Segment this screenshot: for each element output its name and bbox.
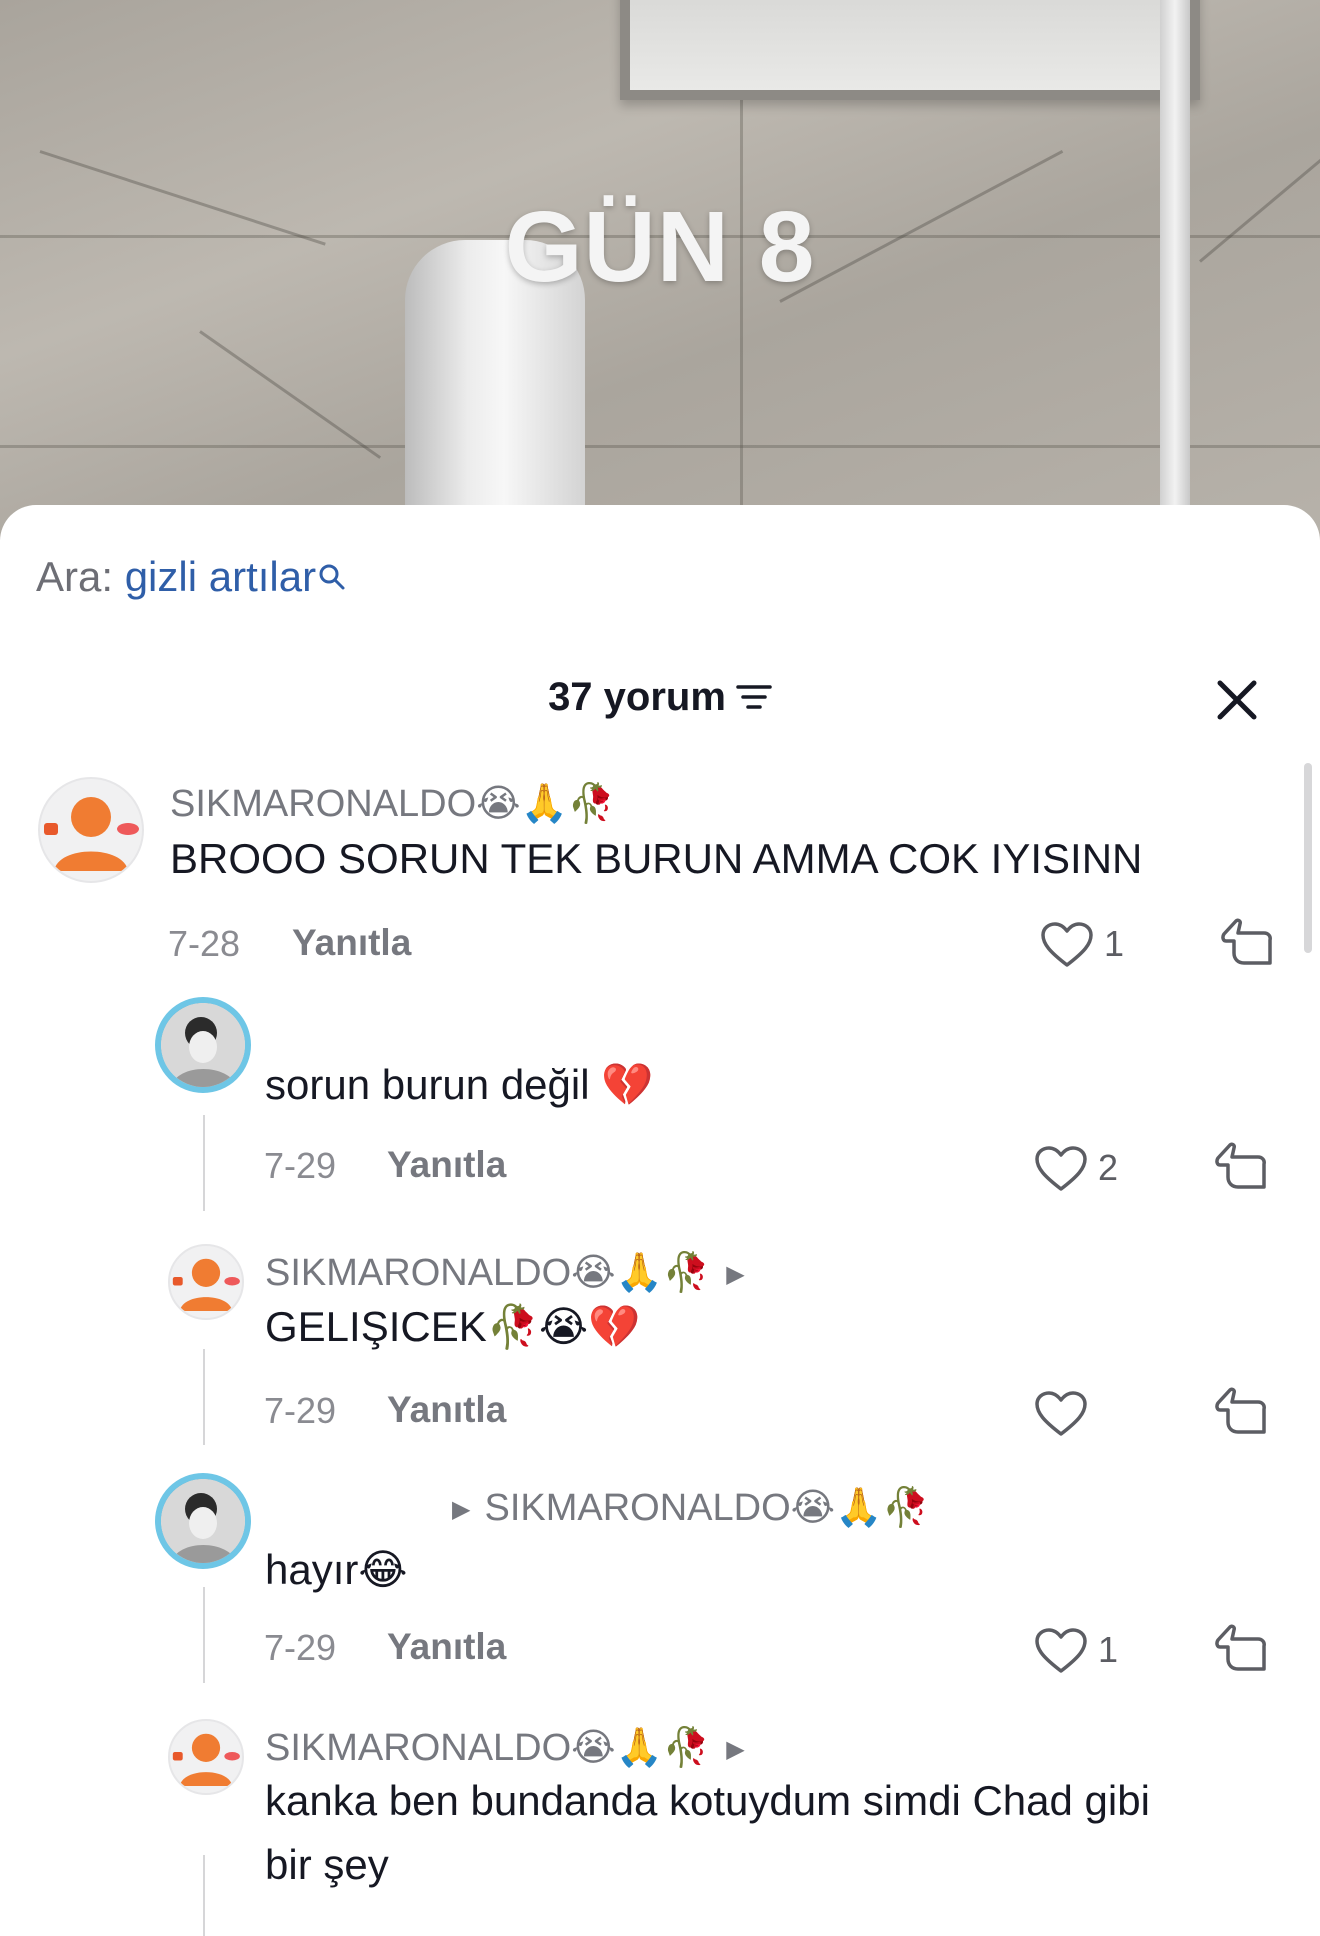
default-user-icon xyxy=(172,1733,240,1786)
close-icon[interactable] xyxy=(1208,671,1266,729)
video-background[interactable]: GÜN 8 xyxy=(0,0,1320,540)
user-photo xyxy=(161,1479,245,1563)
default-user-icon xyxy=(172,1258,240,1311)
comment-count[interactable]: 37 yorum xyxy=(0,675,1320,722)
caret-right-icon: ▶ xyxy=(452,1496,471,1524)
avatar[interactable] xyxy=(168,1719,244,1795)
search-suggestion[interactable]: Ara: gizli artılar xyxy=(36,553,346,601)
caret-right-icon: ▶ xyxy=(726,1736,745,1764)
comment-text: BROOO SORUN TEK BURUN AMMA COK IYISINN xyxy=(170,835,1143,882)
reply-text-line1: kanka ben bundanda kotuydum simdi Chad g… xyxy=(265,1777,1150,1824)
reply-date: 7-29 xyxy=(264,1627,337,1668)
video-overlay-title: GÜN 8 xyxy=(504,191,816,303)
reply-button[interactable]: Yanıtla xyxy=(387,1389,506,1431)
wall-crack xyxy=(199,330,382,459)
reply-username[interactable]: SIKMARONALDO😭🙏🥀 ▶ xyxy=(265,1725,745,1770)
reply-text: hayır😂 xyxy=(265,1546,408,1593)
reply-button[interactable]: Yanıtla xyxy=(292,922,411,964)
like-count: 2 xyxy=(1098,1147,1119,1188)
reply-text: sorun burun değil 💔 xyxy=(265,1061,654,1108)
reply-item: SIKMARONALDO😭🙏🥀 ▶ kanka ben bundanda kotu… xyxy=(0,1715,1320,1936)
reply-to-target[interactable]: ▶ SIKMARONALDO😭🙏🥀 xyxy=(452,1485,930,1530)
reply-item: sorun burun değil 💔 7-29 Yanıtla 2 xyxy=(0,995,1320,1225)
reply-item: ▶ SIKMARONALDO😭🙏🥀 hayır😂 7-29 Yanıtla 1 xyxy=(0,1465,1320,1705)
like-icon[interactable] xyxy=(1034,1145,1088,1198)
reply-text-line2: bir şey xyxy=(265,1841,389,1888)
avatar[interactable] xyxy=(38,777,144,883)
reply-date: 7-29 xyxy=(264,1145,337,1186)
like-icon[interactable] xyxy=(1034,1390,1088,1443)
reply-button[interactable]: Yanıtla xyxy=(387,1144,506,1186)
comment-count-label: 37 yorum xyxy=(548,675,726,719)
reply-username-text: SIKMARONALDO😭🙏🥀 xyxy=(265,1727,711,1769)
wall-window xyxy=(620,0,1200,100)
dislike-icon[interactable] xyxy=(1214,1386,1270,1445)
like-count: 1 xyxy=(1098,1629,1119,1670)
search-icon xyxy=(318,553,346,601)
reply-date: 7-29 xyxy=(264,1390,337,1431)
reply-to-username: SIKMARONALDO😭🙏🥀 xyxy=(484,1487,930,1529)
reply-item: SIKMARONALDO😭🙏🥀 ▶ GELIŞICEK🥀😭💔 7-29 Yanıt… xyxy=(0,1240,1320,1470)
comment-date: 7-28 xyxy=(168,923,241,964)
user-photo xyxy=(161,1003,245,1087)
avatar[interactable] xyxy=(155,1473,251,1569)
default-user-icon xyxy=(44,797,139,871)
reply-button[interactable]: Yanıtla xyxy=(387,1626,506,1668)
like-icon[interactable] xyxy=(1040,921,1094,974)
reply-text: GELIŞICEK🥀😭💔 xyxy=(265,1303,641,1350)
like-count: 1 xyxy=(1104,923,1125,964)
reply-username[interactable]: SIKMARONALDO😭🙏🥀 ▶ xyxy=(265,1250,745,1295)
filter-icon[interactable] xyxy=(736,677,772,722)
tile-grout xyxy=(0,445,1320,448)
avatar[interactable] xyxy=(168,1244,244,1320)
comment-username[interactable]: SIKMARONALDO😭🙏🥀 xyxy=(170,781,615,826)
dislike-icon[interactable] xyxy=(1214,1623,1270,1682)
dislike-icon[interactable] xyxy=(1214,1141,1270,1200)
reply-username-text: SIKMARONALDO😭🙏🥀 xyxy=(265,1252,711,1294)
search-term-link[interactable]: gizli artılar xyxy=(125,553,316,600)
caret-right-icon: ▶ xyxy=(726,1261,745,1289)
search-prefix: Ara: xyxy=(36,553,114,600)
comments-header: 37 yorum xyxy=(0,665,1320,745)
like-icon[interactable] xyxy=(1034,1627,1088,1680)
comments-sheet: Ara: gizli artılar 37 yorum SIKMARONALDO… xyxy=(0,505,1320,1936)
comment-item: SIKMARONALDO😭🙏🥀 BROOO SORUN TEK BURUN AM… xyxy=(0,771,1320,1031)
dislike-icon[interactable] xyxy=(1220,917,1276,976)
avatar[interactable] xyxy=(155,997,251,1093)
